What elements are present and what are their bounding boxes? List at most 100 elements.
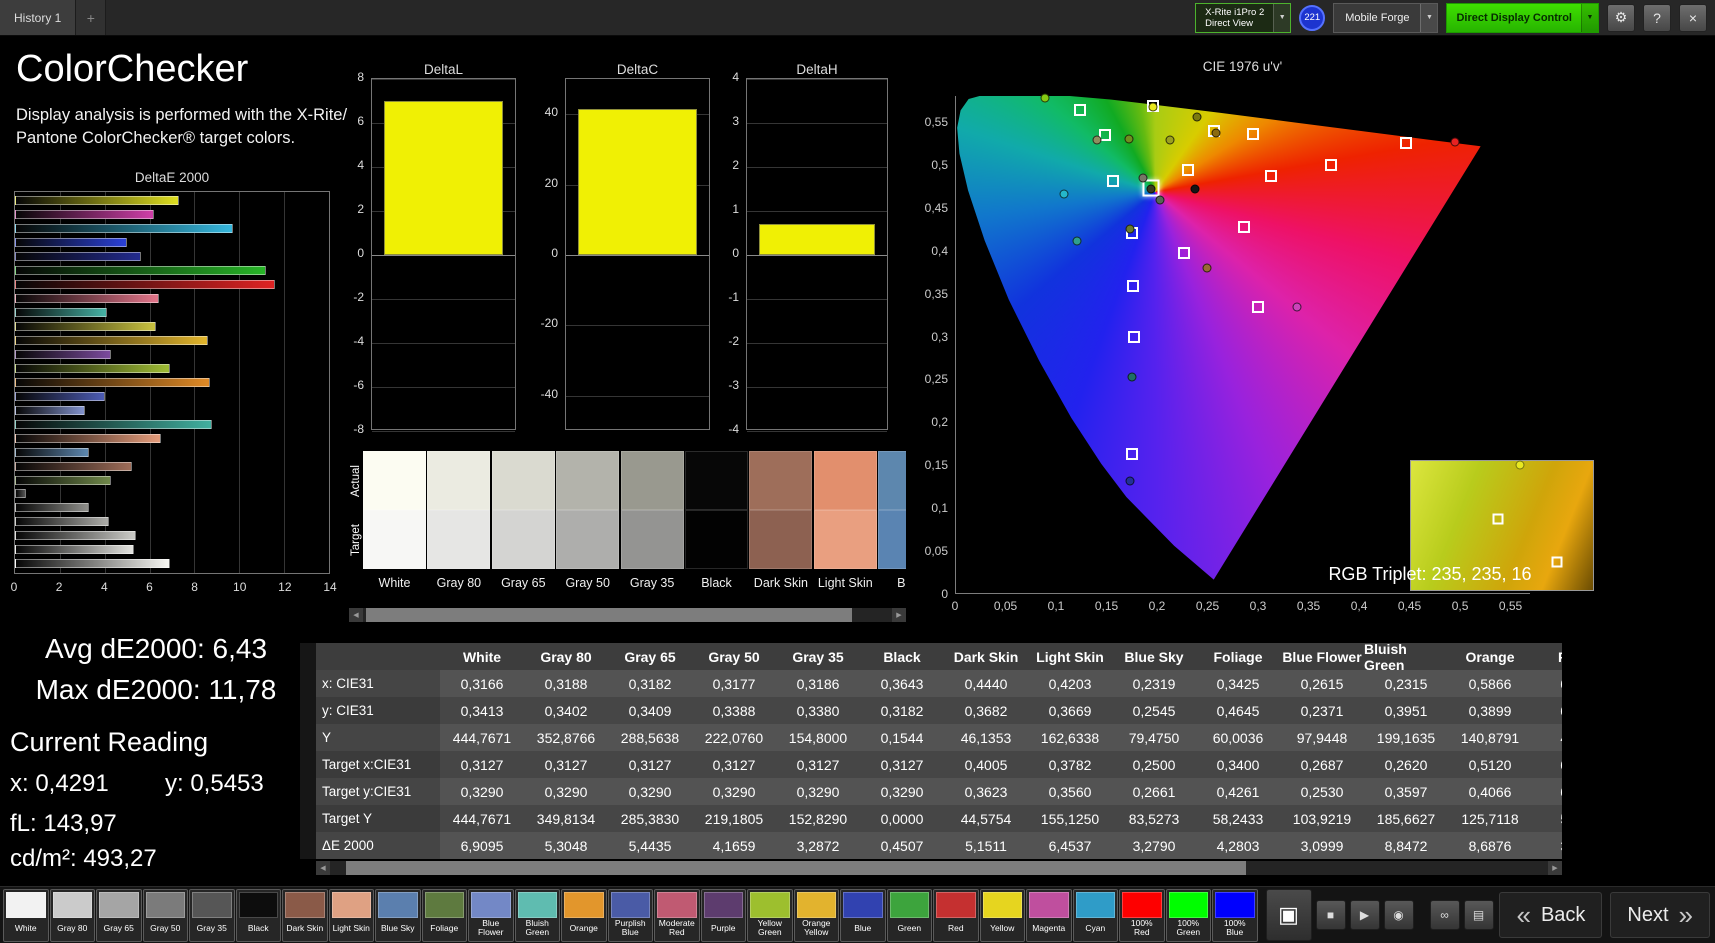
patch-button-gray-80[interactable]: Gray 80 [49,888,95,942]
pattern-window-button[interactable]: ▣ [1265,889,1312,941]
patch-button-foliage[interactable]: Foliage [421,888,467,942]
calman-window: History 1 + X-Rite i1Pro 2 Direct View ▼… [0,0,1715,943]
cie-measurement-dot [1125,224,1135,234]
patch-button-100-blue[interactable]: 100% Blue [1212,888,1258,942]
patch-button-dark-skin[interactable]: Dark Skin [282,888,328,942]
swatch-scrollbar[interactable]: ◀ ▶ [349,608,906,622]
patch-button-bluish-green[interactable]: Bluish Green [514,888,560,942]
patch-button-cyan[interactable]: Cyan [1072,888,1118,942]
patch-button-orange[interactable]: Orange [561,888,607,942]
patch-button-yellow-green[interactable]: Yellow Green [747,888,793,942]
patch-label: 100% Green [1176,918,1201,937]
patch-button-white[interactable]: White [3,888,49,942]
swatch-label: White [378,576,411,590]
settings-button[interactable]: ⚙ [1607,3,1635,32]
patch-button-green[interactable]: Green [886,888,932,942]
swatch-actual-color [491,451,555,510]
play-button[interactable]: ▶ [1349,900,1380,930]
scroll-left-icon[interactable]: ◀ [316,861,330,875]
table-cell: 0,3186 [776,670,860,697]
cie-x-axis: 0 0,05 0,1 0,15 0,2 0,25 0,3 0,35 0,4 0,45 0,5 0,55 [952,599,1530,615]
table-cell: 0,3560 [1028,778,1112,805]
table-column-header: Gray 35 [776,643,860,670]
patch-button-yellow[interactable]: Yellow [979,888,1025,942]
swatch-scroll-track[interactable] [363,608,892,622]
table-row-selector[interactable] [300,832,316,859]
next-button[interactable]: Next » [1610,892,1710,938]
patch-button-100-red[interactable]: 100% Red [1119,888,1165,942]
display-control-dropdown[interactable]: Direct Display Control ▼ [1446,2,1599,33]
history-tab[interactable]: History 1 [0,0,77,35]
table-cell: 0,3669 [1028,697,1112,724]
capture-button[interactable]: ▤ [1463,900,1494,930]
patch-button-blue-sky[interactable]: Blue Sky [375,888,421,942]
cie-target-square [1325,158,1338,171]
swatch-gray-80: Gray 80 [427,451,491,590]
table-scrollbar[interactable]: ◀ ▶ [316,861,1562,875]
back-button[interactable]: « Back [1499,892,1603,938]
table-row-selector[interactable] [300,724,316,751]
table-cell: 0,3177 [692,670,776,697]
delta-gridline [566,325,709,327]
current-fl-value: fL: 143,97 [10,810,117,837]
scroll-left-icon[interactable]: ◀ [349,608,363,622]
patch-button-gray-65[interactable]: Gray 65 [96,888,142,942]
swatch-actual-color [363,451,426,510]
table-scroll-track[interactable] [330,861,1548,875]
table-row-selector[interactable] [300,751,316,778]
avg-de2000-value: Avg dE2000: 6,43 [44,633,268,664]
meter-dropdown[interactable]: X-Rite i1Pro 2 Direct View ▼ [1195,2,1292,33]
table-column-header: Black [860,643,944,670]
close-button[interactable]: × [1679,3,1707,32]
deltae-x-tick-label: 14 [323,580,337,594]
patch-color-swatch [703,891,743,918]
back-label: Back [1540,903,1586,926]
table-cell: 0,3951 [1364,697,1448,724]
workflow-dropdown[interactable]: Mobile Forge ▼ [1333,2,1439,33]
cie-x-tick-label: 0,4 [1350,599,1368,613]
table-cell: 0,3597 [1364,778,1448,805]
delta-y-tick-label: 4 [357,158,364,172]
swatch-scroll-thumb[interactable] [366,608,852,622]
patch-button-gray-35[interactable]: Gray 35 [189,888,235,942]
patch-button-light-skin[interactable]: Light Skin [328,888,374,942]
help-button[interactable]: ? [1643,3,1671,32]
delta-gridline [747,123,887,124]
deltae-bar-blue-100 [15,252,141,262]
patch-button-blue[interactable]: Blue [840,888,886,942]
patch-button-magenta[interactable]: Magenta [1026,888,1072,942]
patch-button-orange-yellow[interactable]: Orange Yellow [793,888,839,942]
table-row-selector[interactable] [300,697,316,724]
patch-button-purplish-blue[interactable]: Purplish Blue [607,888,653,942]
stop-button[interactable]: ■ [1315,900,1346,930]
patch-button-red[interactable]: Red [933,888,979,942]
table-row-selector[interactable] [300,670,316,697]
patch-button-purple[interactable]: Purple [700,888,746,942]
table-cell: 0,2371 [1280,697,1364,724]
patch-button-blue-flower[interactable]: Blue Flower [468,888,514,942]
cie-x-tick-label: 0,15 [1094,599,1119,613]
table-column-header: White [440,643,524,670]
patch-button-gray-50[interactable]: Gray 50 [142,888,188,942]
cie-target-square [1252,300,1265,313]
table-header-row: White Gray 80 Gray 65 Gray 50 Gray 35 Black Da… [300,643,1562,673]
add-tab-button[interactable]: + [76,0,107,35]
delta-gridline [372,255,515,256]
record-button[interactable]: ◉ [1383,900,1414,930]
close-icon: × [1688,9,1698,26]
patch-label: Gray 35 [196,922,227,933]
patch-button-black[interactable]: Black [235,888,281,942]
top-bar: History 1 + X-Rite i1Pro 2 Direct View ▼… [0,0,1715,36]
scroll-right-icon[interactable]: ▶ [892,608,906,622]
table-row-selector[interactable] [300,805,316,832]
table-column-header: Blue Flower [1280,643,1364,670]
deltae-bar-light-skin [15,433,161,443]
table-row-selector[interactable] [300,778,316,805]
scroll-right-icon[interactable]: ▶ [1548,861,1562,875]
table-scroll-thumb[interactable] [346,861,1246,875]
table-row: y: CIE31 0,3413 0,3402 0,3409 0,3388 0,3380 0,… [300,697,1562,724]
loop-button[interactable]: ∞ [1429,900,1460,930]
patch-button-100-green[interactable]: 100% Green [1165,888,1211,942]
patch-button-moderate-red[interactable]: Moderate Red [654,888,700,942]
patch-color-swatch [657,891,697,918]
